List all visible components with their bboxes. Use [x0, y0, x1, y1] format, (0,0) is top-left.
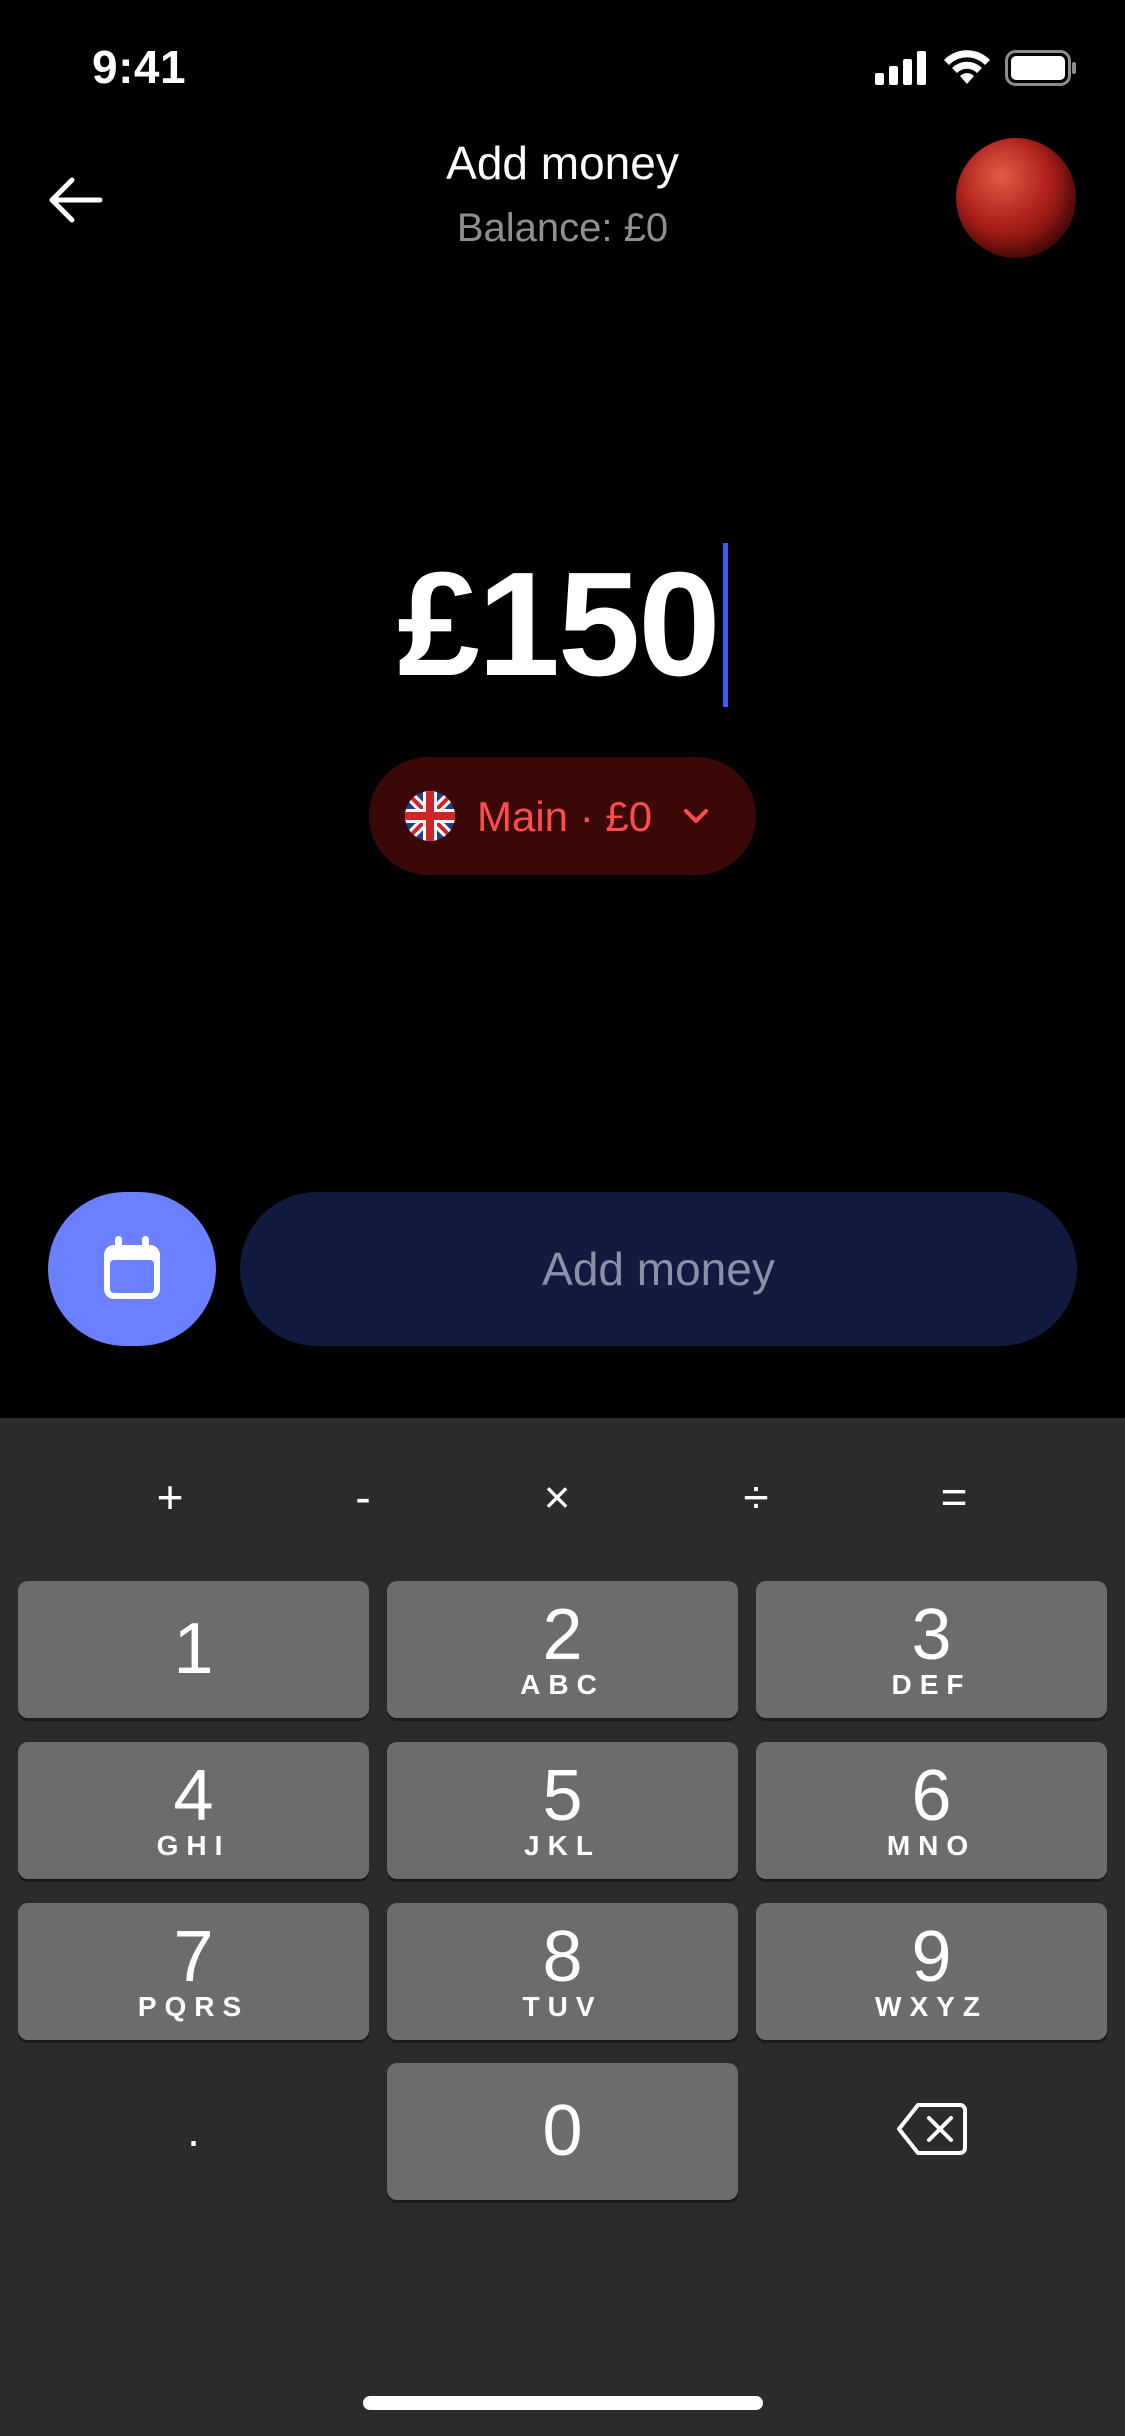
- multiply-key[interactable]: ×: [517, 1470, 597, 1524]
- chevron-down-icon: [684, 809, 708, 823]
- profile-avatar[interactable]: [956, 138, 1076, 258]
- key-digit: 4: [173, 1756, 214, 1836]
- decimal-key[interactable]: .: [18, 2063, 369, 2200]
- key-7[interactable]: 7 PQRS: [18, 1903, 369, 2040]
- key-letters: ABC: [520, 1669, 605, 1700]
- plus-key[interactable]: +: [130, 1470, 210, 1524]
- status-icons: [875, 50, 1077, 86]
- key-digit: 1: [173, 1609, 214, 1689]
- key-letters: PQRS: [137, 1991, 250, 2022]
- calendar-icon: [104, 1236, 160, 1299]
- key-0[interactable]: 0: [387, 2063, 738, 2200]
- key-5[interactable]: 5 JKL: [387, 1742, 738, 1879]
- page-title: Add money: [446, 137, 679, 189]
- signal-icon: [875, 51, 926, 85]
- key-letters: DEF: [891, 1669, 972, 1700]
- balance-subtitle: Balance: £0: [456, 206, 669, 250]
- key-letters: WXYZ: [875, 1991, 988, 2022]
- add-money-button[interactable]: Add money: [240, 1192, 1077, 1346]
- key-3[interactable]: 3 DEF: [756, 1581, 1107, 1718]
- key-digit: 8: [542, 1917, 583, 1997]
- wifi-icon: [944, 50, 990, 84]
- amount-display[interactable]: £150: [0, 540, 1125, 710]
- amount-value: £150: [397, 542, 720, 707]
- text-caret: [722, 543, 728, 707]
- key-letters: MNO: [886, 1830, 977, 1861]
- operator-row: + - × ÷ =: [0, 1418, 1125, 1578]
- key-digit: 6: [911, 1756, 952, 1836]
- key-6[interactable]: 6 MNO: [756, 1742, 1107, 1879]
- key-digit: 3: [911, 1595, 952, 1675]
- divide-key[interactable]: ÷: [716, 1470, 796, 1524]
- account-selector[interactable]: Main · £0: [369, 757, 756, 875]
- schedule-button[interactable]: [48, 1192, 216, 1346]
- key-letters: TUV: [522, 1991, 603, 2022]
- backspace-icon: [897, 2103, 967, 2155]
- key-digit: 7: [173, 1917, 214, 1997]
- key-letters: JKL: [524, 1830, 601, 1861]
- key-4[interactable]: 4 GHI: [18, 1742, 369, 1879]
- status-time: 9:41: [92, 41, 187, 93]
- key-digit: 0: [542, 2091, 583, 2171]
- key-letters: GHI: [156, 1830, 231, 1861]
- account-label: Main · £0: [477, 793, 653, 840]
- equals-key[interactable]: =: [914, 1470, 994, 1524]
- key-digit: 9: [911, 1917, 952, 1997]
- minus-key[interactable]: -: [323, 1470, 403, 1524]
- key-9[interactable]: 9 WXYZ: [756, 1903, 1107, 2040]
- key-8[interactable]: 8 TUV: [387, 1903, 738, 2040]
- key-digit: 2: [542, 1595, 583, 1675]
- delete-key[interactable]: [756, 2063, 1107, 2200]
- home-indicator[interactable]: [363, 2396, 763, 2410]
- uk-flag-icon: [405, 791, 455, 841]
- key-2[interactable]: 2 ABC: [387, 1581, 738, 1718]
- status-bar: 9:41: [0, 0, 1125, 132]
- battery-icon: [1005, 50, 1076, 86]
- decimal-label: .: [187, 2104, 200, 2156]
- key-1[interactable]: 1: [18, 1581, 369, 1718]
- numeric-keypad: + - × ÷ = 1 2 ABC 3 DEF 4 GHI 5 JKL 6 MN…: [0, 1418, 1125, 2436]
- key-digit: 5: [542, 1756, 583, 1836]
